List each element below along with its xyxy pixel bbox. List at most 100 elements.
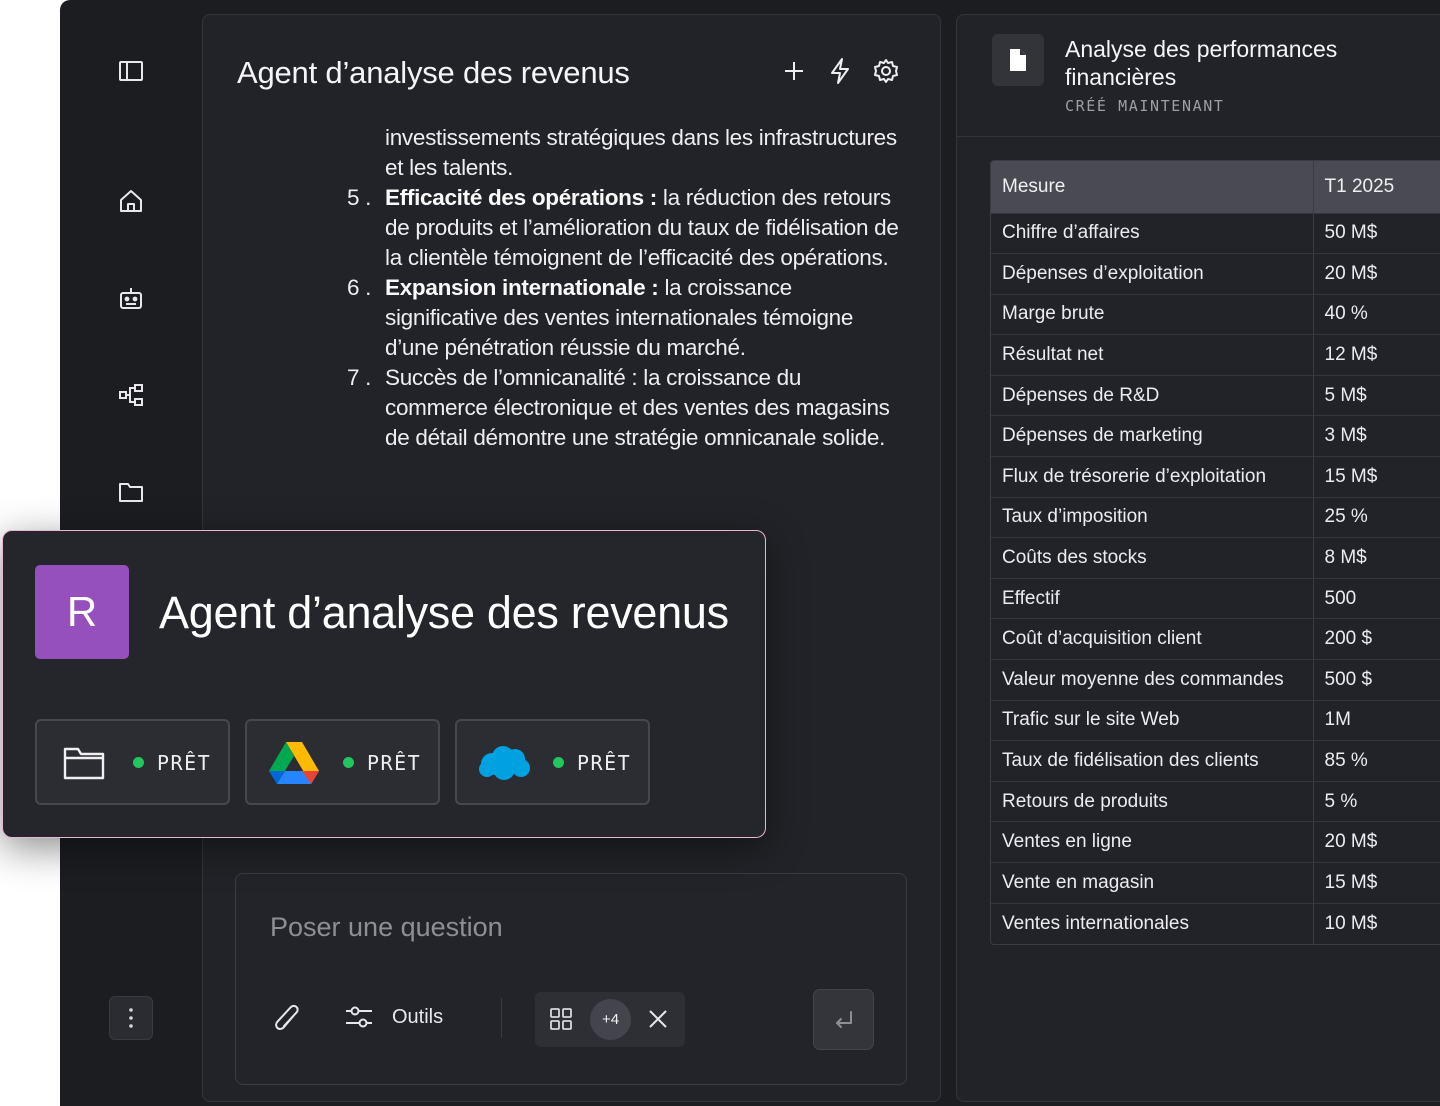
list-item-heading: Expansion internationale : (385, 275, 659, 300)
panel-toggle-icon[interactable] (116, 56, 146, 86)
home-icon[interactable] (116, 186, 146, 216)
table-header-row: Mesure T1 2025 (991, 161, 1440, 213)
metric-name-cell: Coûts des stocks (991, 537, 1314, 579)
clear-apps-button[interactable] (645, 1006, 671, 1032)
table-row: Taux d’imposition 25 % (991, 496, 1440, 538)
plus-icon (785, 62, 803, 80)
list-item-heading: Efficacité des opérations : (385, 185, 657, 210)
bot-icon[interactable] (116, 283, 146, 313)
list-item-text: Succès de l’omnicanalité : la croissance… (385, 365, 890, 450)
metric-name-cell: Coût d’acquisition client (991, 618, 1314, 660)
actions-button[interactable] (826, 57, 854, 85)
status-dot (553, 757, 564, 768)
metric-value-cell: 50 M$ (1313, 212, 1440, 254)
status-dot (133, 757, 144, 768)
list-item: 5 . Efficacité des opérations : la réduct… (343, 183, 903, 273)
message-paragraph: investissements stratégiques dans les in… (385, 125, 897, 180)
table-row: Chiffre d’affaires 50 M$ (991, 212, 1440, 254)
metric-name-cell: Flux de trésorerie d’exploitation (991, 456, 1314, 498)
status-label: PRÊT (157, 751, 212, 775)
metric-name-cell: Trafic sur le site Web (991, 699, 1314, 741)
metric-value-cell: 20 M$ (1313, 821, 1440, 863)
metric-value-cell: 25 % (1313, 496, 1440, 538)
list-item: 7 . Succès de l’omnicanalité : la croiss… (343, 363, 903, 453)
status-dot (343, 757, 354, 768)
metric-name-cell: Ventes en ligne (991, 821, 1314, 863)
table-row: Dépenses d’exploitation 20 M$ (991, 253, 1440, 295)
table-row: Trafic sur le site Web 1M (991, 699, 1440, 741)
metric-name-cell: Dépenses d’exploitation (991, 253, 1314, 295)
table-row: Vente en magasin 15 M$ (991, 862, 1440, 904)
metric-name-cell: Taux d’imposition (991, 496, 1314, 538)
table-row: Ventes internationales 10 M$ (991, 902, 1440, 944)
tool-chip-google-drive[interactable]: PRÊT (245, 719, 440, 805)
metric-value-cell: 200 $ (1313, 618, 1440, 660)
divider (501, 998, 502, 1038)
table-row: Coût d’acquisition client 200 $ (991, 618, 1440, 660)
metric-value-cell: 15 M$ (1313, 862, 1440, 904)
status-label: PRÊT (577, 751, 632, 775)
connected-apps[interactable]: +4 (535, 992, 685, 1047)
workflow-icon[interactable] (116, 380, 146, 410)
metric-name-cell: Taux de fidélisation des clients (991, 740, 1314, 782)
document-icon (992, 34, 1044, 86)
status-label: PRÊT (367, 751, 422, 775)
metric-name-cell: Dépenses de R&D (991, 374, 1314, 416)
chat-title: Agent d’analyse des revenus (237, 55, 630, 90)
metric-value-cell: 3 M$ (1313, 415, 1440, 457)
folder-icon (57, 739, 111, 787)
metric-value-cell: 10 M$ (1313, 902, 1440, 944)
metric-name-cell: Valeur moyenne des commandes (991, 659, 1314, 701)
google-drive-icon (267, 739, 321, 787)
tools-button[interactable]: Outils (344, 1004, 443, 1030)
tool-chip-salesforce[interactable]: PRÊT (455, 719, 650, 805)
attach-button[interactable] (272, 1002, 304, 1036)
table-row: Marge brute 40 % (991, 293, 1440, 335)
paperclip-icon (275, 1004, 299, 1030)
metric-name-cell: Chiffre d’affaires (991, 212, 1314, 254)
table-row: Coûts des stocks 8 M$ (991, 537, 1440, 579)
table-row: Effectif 500 (991, 577, 1440, 619)
list-number: 5 . (347, 185, 372, 210)
composer: Outils +4 (235, 873, 907, 1085)
metric-value-cell: 5 M$ (1313, 374, 1440, 416)
send-button[interactable] (813, 989, 874, 1050)
metrics-table: Mesure T1 2025 Chiffre d’affaires 50 M$ Dé… (990, 160, 1440, 945)
grid-icon[interactable] (549, 1007, 573, 1031)
question-input[interactable] (270, 912, 870, 943)
enter-icon (835, 1010, 852, 1028)
salesforce-cloud-icon (477, 739, 531, 787)
agent-name: Agent d’analyse des revenus (159, 587, 729, 638)
chat-actions (780, 57, 900, 85)
new-chat-button[interactable] (780, 57, 808, 85)
more-menu-button[interactable] (109, 996, 153, 1040)
metric-value-cell: 8 M$ (1313, 537, 1440, 579)
metric-name-cell: Dépenses de marketing (991, 415, 1314, 457)
document-panel: Analyse des performances financières CRÉ… (956, 14, 1440, 1102)
metric-value-cell: 12 M$ (1313, 334, 1440, 376)
metric-value-cell: 20 M$ (1313, 253, 1440, 295)
list-item: 6 . Expansion internationale : la croissa… (343, 273, 903, 363)
column-header: Mesure (991, 161, 1314, 213)
metric-value-cell: 85 % (1313, 740, 1440, 782)
more-apps-badge[interactable]: +4 (590, 999, 631, 1040)
close-icon (649, 1010, 667, 1028)
avatar: R (35, 565, 129, 659)
metric-value-cell: 1M (1313, 699, 1440, 741)
metric-name-cell: Vente en magasin (991, 862, 1314, 904)
folder-icon[interactable] (116, 477, 146, 507)
metric-name-cell: Ventes internationales (991, 902, 1314, 944)
table-row: Dépenses de R&D 5 M$ (991, 374, 1440, 416)
column-header: T1 2025 (1313, 161, 1440, 213)
metric-value-cell: 40 % (1313, 293, 1440, 335)
table-row: Taux de fidélisation des clients 85 % (991, 740, 1440, 782)
message-content: investissements stratégiques dans les in… (343, 123, 903, 453)
more-vertical-icon (129, 1008, 133, 1028)
table-row: Résultat net 12 M$ (991, 334, 1440, 376)
sliders-icon (346, 1006, 372, 1028)
tool-chip-folder[interactable]: PRÊT (35, 719, 230, 805)
settings-button[interactable] (872, 57, 900, 85)
gear-icon (874, 59, 898, 83)
bolt-icon (831, 58, 849, 84)
metric-value-cell: 5 % (1313, 780, 1440, 822)
